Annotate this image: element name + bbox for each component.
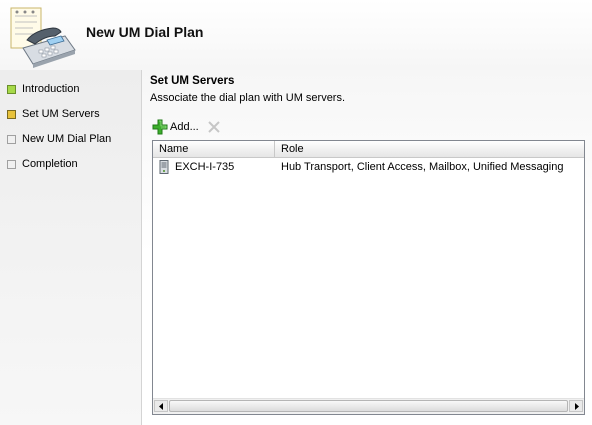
um-server-list[interactable]: Name Role EXCH-I-735 Hub Transport, Clie… <box>152 140 585 415</box>
server-name-cell: EXCH-I-735 <box>153 160 275 174</box>
step-done-icon <box>7 84 16 94</box>
dial-plan-phone-icon <box>10 7 76 68</box>
wizard-header: New UM Dial Plan <box>0 0 592 70</box>
step-introduction[interactable]: Introduction <box>7 82 79 96</box>
list-header: Name Role <box>153 141 584 158</box>
wizard-title: New UM Dial Plan <box>86 24 204 40</box>
step-set-um-servers[interactable]: Set UM Servers <box>7 107 100 121</box>
scroll-right-button[interactable] <box>569 400 583 412</box>
step-heading: Set UM Servers <box>150 75 235 87</box>
step-label: Introduction <box>22 83 80 95</box>
server-name: EXCH-I-735 <box>175 161 235 173</box>
step-pending-icon <box>7 159 16 169</box>
step-label: Set UM Servers <box>22 108 100 120</box>
column-header-role[interactable]: Role <box>275 141 584 157</box>
step-pending-icon <box>7 134 16 144</box>
step-current-icon <box>7 109 16 119</box>
scroll-left-button[interactable] <box>154 400 168 412</box>
step-description: Associate the dial plan with UM servers. <box>150 92 346 104</box>
column-header-name[interactable]: Name <box>153 141 275 157</box>
step-completion[interactable]: Completion <box>7 157 78 171</box>
scroll-left-icon <box>158 402 163 410</box>
scroll-right-icon <box>574 402 579 410</box>
step-content: Set UM Servers Associate the dial plan w… <box>150 70 590 425</box>
remove-server-button[interactable] <box>207 120 221 134</box>
horizontal-scrollbar[interactable] <box>153 398 584 414</box>
add-server-button[interactable]: Add... <box>152 119 199 135</box>
table-row[interactable]: EXCH-I-735 Hub Transport, Client Access,… <box>153 159 584 175</box>
server-toolbar: Add... <box>152 118 221 136</box>
nav-divider <box>141 70 142 425</box>
server-role: Hub Transport, Client Access, Mailbox, U… <box>281 161 564 173</box>
wizard-step-list: Introduction Set UM Servers New UM Dial … <box>0 70 142 425</box>
step-label: New UM Dial Plan <box>22 133 112 145</box>
scrollbar-thumb[interactable] <box>169 400 568 412</box>
server-icon <box>159 160 169 174</box>
step-label: Completion <box>22 158 78 170</box>
green-plus-icon <box>152 119 168 135</box>
add-button-label: Add... <box>170 121 199 133</box>
step-new-um-dial-plan[interactable]: New UM Dial Plan <box>7 132 111 146</box>
